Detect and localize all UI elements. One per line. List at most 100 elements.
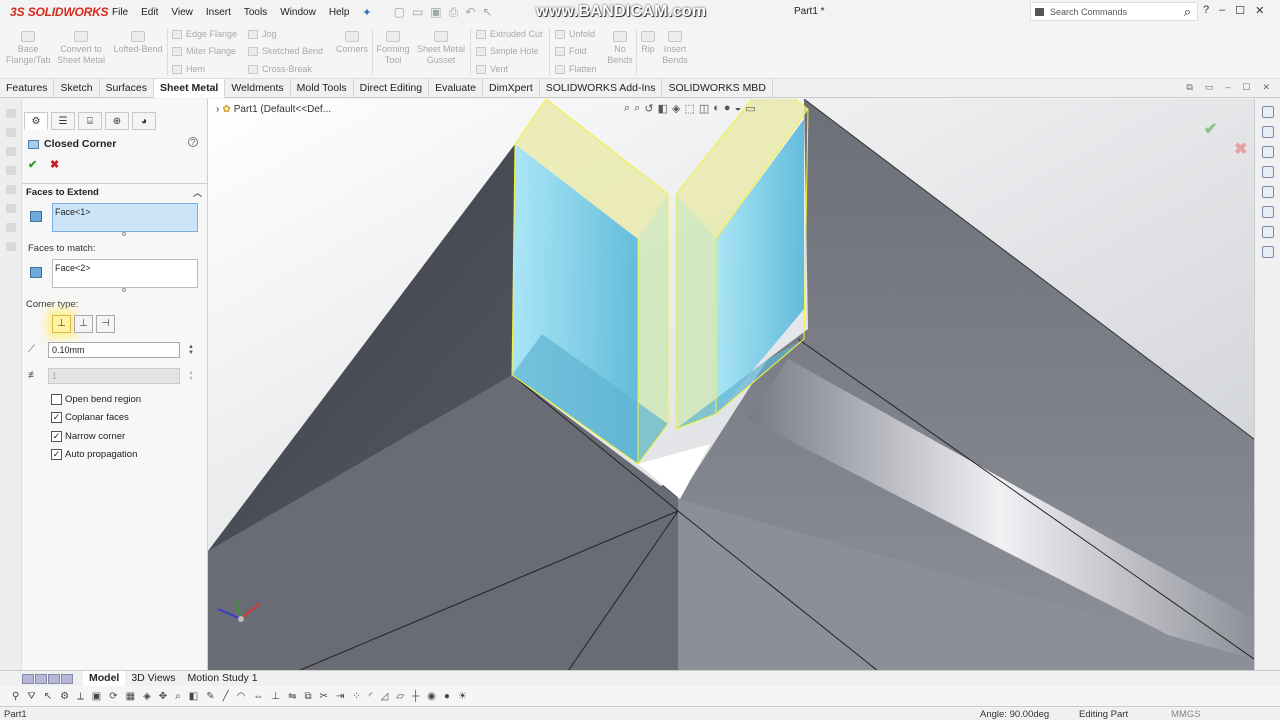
close-doc-icon[interactable]: ✕ [1262, 82, 1270, 93]
close-icon[interactable]: ✕ [1255, 4, 1264, 17]
chevron-up-icon[interactable]: ︿ [193, 185, 202, 202]
appearance-icon[interactable]: ● [444, 691, 450, 702]
tab-sheet-metal[interactable]: Sheet Metal [153, 79, 226, 98]
tab-weldments[interactable]: Weldments [225, 79, 291, 98]
hem-button[interactable]: Hem [172, 64, 205, 74]
search-scope-icon[interactable] [1035, 7, 1044, 16]
next-tab-arrow[interactable] [48, 673, 60, 684]
lights-icon[interactable]: ☀ [458, 691, 467, 702]
corners-button[interactable]: Corners [332, 31, 372, 55]
trim-icon[interactable]: ✂ [320, 691, 328, 702]
forming-tool-button[interactable]: Forming Tool [374, 31, 412, 66]
line-icon[interactable]: ╱ [223, 691, 229, 702]
open-bend-region-checkbox[interactable] [51, 394, 62, 405]
strip-icon[interactable] [6, 242, 16, 251]
minimize-icon[interactable]: – [1219, 4, 1225, 17]
new-icon[interactable]: ▢ [394, 5, 405, 20]
axis-icon[interactable]: ┼ [412, 691, 419, 702]
simple-hole-button[interactable]: Simple Hole [476, 46, 539, 56]
tab-model[interactable]: Model [83, 670, 126, 687]
section-view-icon[interactable]: ◧ [658, 102, 668, 115]
view-orientation-icon[interactable]: ⬚ [684, 102, 694, 115]
auto-propagation-option[interactable]: ✓ Auto propagation [51, 449, 137, 460]
tab-surfaces[interactable]: Surfaces [100, 79, 154, 98]
vent-button[interactable]: Vent [476, 64, 508, 74]
chevron-right-icon[interactable]: › [216, 104, 219, 115]
rebuild-icon[interactable]: ⚙ [60, 691, 69, 702]
feature-tree-flyout[interactable]: › ✿ Part1 (Default<<Def... [216, 104, 331, 115]
pointer-icon[interactable]: ↖ [44, 691, 52, 702]
tab-sketch[interactable]: Sketch [54, 79, 100, 98]
strip-icon[interactable] [6, 109, 16, 118]
view-settings-icon[interactable]: ▭ [745, 102, 755, 115]
rip-button[interactable]: Rip [638, 31, 658, 55]
design-library-icon[interactable] [1262, 146, 1274, 158]
maximize-doc-icon[interactable]: ☐ [1242, 82, 1250, 93]
open-bend-region-option[interactable]: Open bend region [51, 394, 141, 405]
strip-icon[interactable] [6, 147, 16, 156]
configuration-manager-tab[interactable]: ⌸ [78, 112, 102, 130]
tab-mbd[interactable]: SOLIDWORKS MBD [662, 79, 773, 98]
confirm-cancel-icon[interactable]: ✖ [1234, 139, 1247, 159]
underlap-corner-button[interactable]: ⊣ [96, 315, 115, 333]
menu-file[interactable]: File [112, 7, 128, 18]
front-view-icon[interactable]: ▦ [126, 691, 135, 702]
auto-propagation-checkbox[interactable]: ✓ [51, 449, 62, 460]
tab-dimxpert[interactable]: DimXpert [483, 79, 540, 98]
display-manager-tab[interactable]: ◕ [132, 112, 156, 130]
zoom-icon[interactable]: ⌕ [175, 691, 181, 702]
sheet-metal-gusset-button[interactable]: Sheet Metal Gusset [414, 31, 468, 66]
strip-icon[interactable] [6, 204, 16, 213]
maximize-icon[interactable]: ☐ [1235, 4, 1245, 17]
status-units[interactable]: MMGS [1171, 709, 1201, 720]
print-icon[interactable]: ⎙ [449, 5, 459, 20]
view-cube-icon[interactable]: ▣ [92, 691, 101, 702]
resize-grip[interactable] [122, 232, 126, 236]
minimize-doc-icon[interactable]: – [1225, 82, 1230, 93]
sketched-bend-button[interactable]: Sketched Bend [248, 46, 323, 56]
cross-break-button[interactable]: Cross-Break [248, 64, 312, 74]
view-palette-icon[interactable] [1262, 186, 1274, 198]
butt-corner-button[interactable]: ⊥ [52, 315, 71, 333]
save-icon[interactable]: ▣ [430, 5, 441, 20]
faces-to-extend-list[interactable]: Face<1> [52, 203, 198, 232]
property-manager-tab[interactable]: ☰ [51, 112, 75, 130]
narrow-corner-option[interactable]: ✓ Narrow corner [51, 431, 125, 442]
rotate-icon[interactable]: ⟳ [109, 691, 117, 702]
help-icon[interactable]: ? [188, 137, 198, 147]
open-icon[interactable]: ▭ [412, 5, 423, 20]
edge-flange-button[interactable]: Edge Flange [172, 29, 237, 39]
resize-grip[interactable] [122, 288, 126, 292]
unfold-button[interactable]: Unfold [555, 29, 595, 39]
lofted-bend-button[interactable]: Lofted-Bend [111, 31, 165, 55]
filter-icon[interactable]: ⚲ [12, 691, 19, 702]
first-tab-arrow[interactable] [22, 673, 34, 684]
tab-direct-editing[interactable]: Direct Editing [354, 79, 430, 98]
custom-properties-icon[interactable] [1262, 226, 1274, 238]
pan-icon[interactable]: ✥ [159, 691, 167, 702]
no-bends-button[interactable]: No Bends [604, 31, 636, 66]
search-icon[interactable]: ⌕ [1184, 4, 1191, 20]
mirror-icon[interactable]: ⇋ [288, 691, 296, 702]
dynamic-annotation-icon[interactable]: ◈ [672, 102, 680, 115]
hide-show-icon[interactable]: ◐ [713, 102, 720, 115]
overlap-corner-button[interactable]: ⊥ [74, 315, 93, 333]
tab-mold-tools[interactable]: Mold Tools [291, 79, 354, 98]
flatten-button[interactable]: Flatten [555, 64, 597, 74]
isometric-icon[interactable]: ◈ [143, 691, 151, 702]
feature-manager-tab[interactable]: ⚙ [24, 112, 48, 130]
faces-to-extend-group[interactable]: Faces to Extend ︿ [22, 183, 208, 199]
convert-to-sheet-metal-button[interactable]: Convert to Sheet Metal [54, 31, 108, 66]
pin-icon[interactable]: ✦ [362, 6, 371, 19]
search-commands-field[interactable]: Search Commands ⌕ [1030, 2, 1198, 21]
strip-icon[interactable] [6, 185, 16, 194]
tile-doc-icon[interactable]: ▭ [1205, 82, 1214, 93]
cancel-button[interactable]: ✖ [50, 158, 59, 171]
overlap-spinner[interactable]: ▲ ▼ [188, 370, 195, 382]
file-explorer-icon[interactable] [1262, 166, 1274, 178]
restore-doc-icon[interactable]: ⧉ [1186, 82, 1192, 93]
prev-tab-arrow[interactable] [35, 673, 47, 684]
measure-icon[interactable]: ⟂ [77, 691, 84, 702]
appearance-icon[interactable]: ● [724, 102, 731, 115]
display-style-icon[interactable]: ◫ [699, 102, 709, 115]
